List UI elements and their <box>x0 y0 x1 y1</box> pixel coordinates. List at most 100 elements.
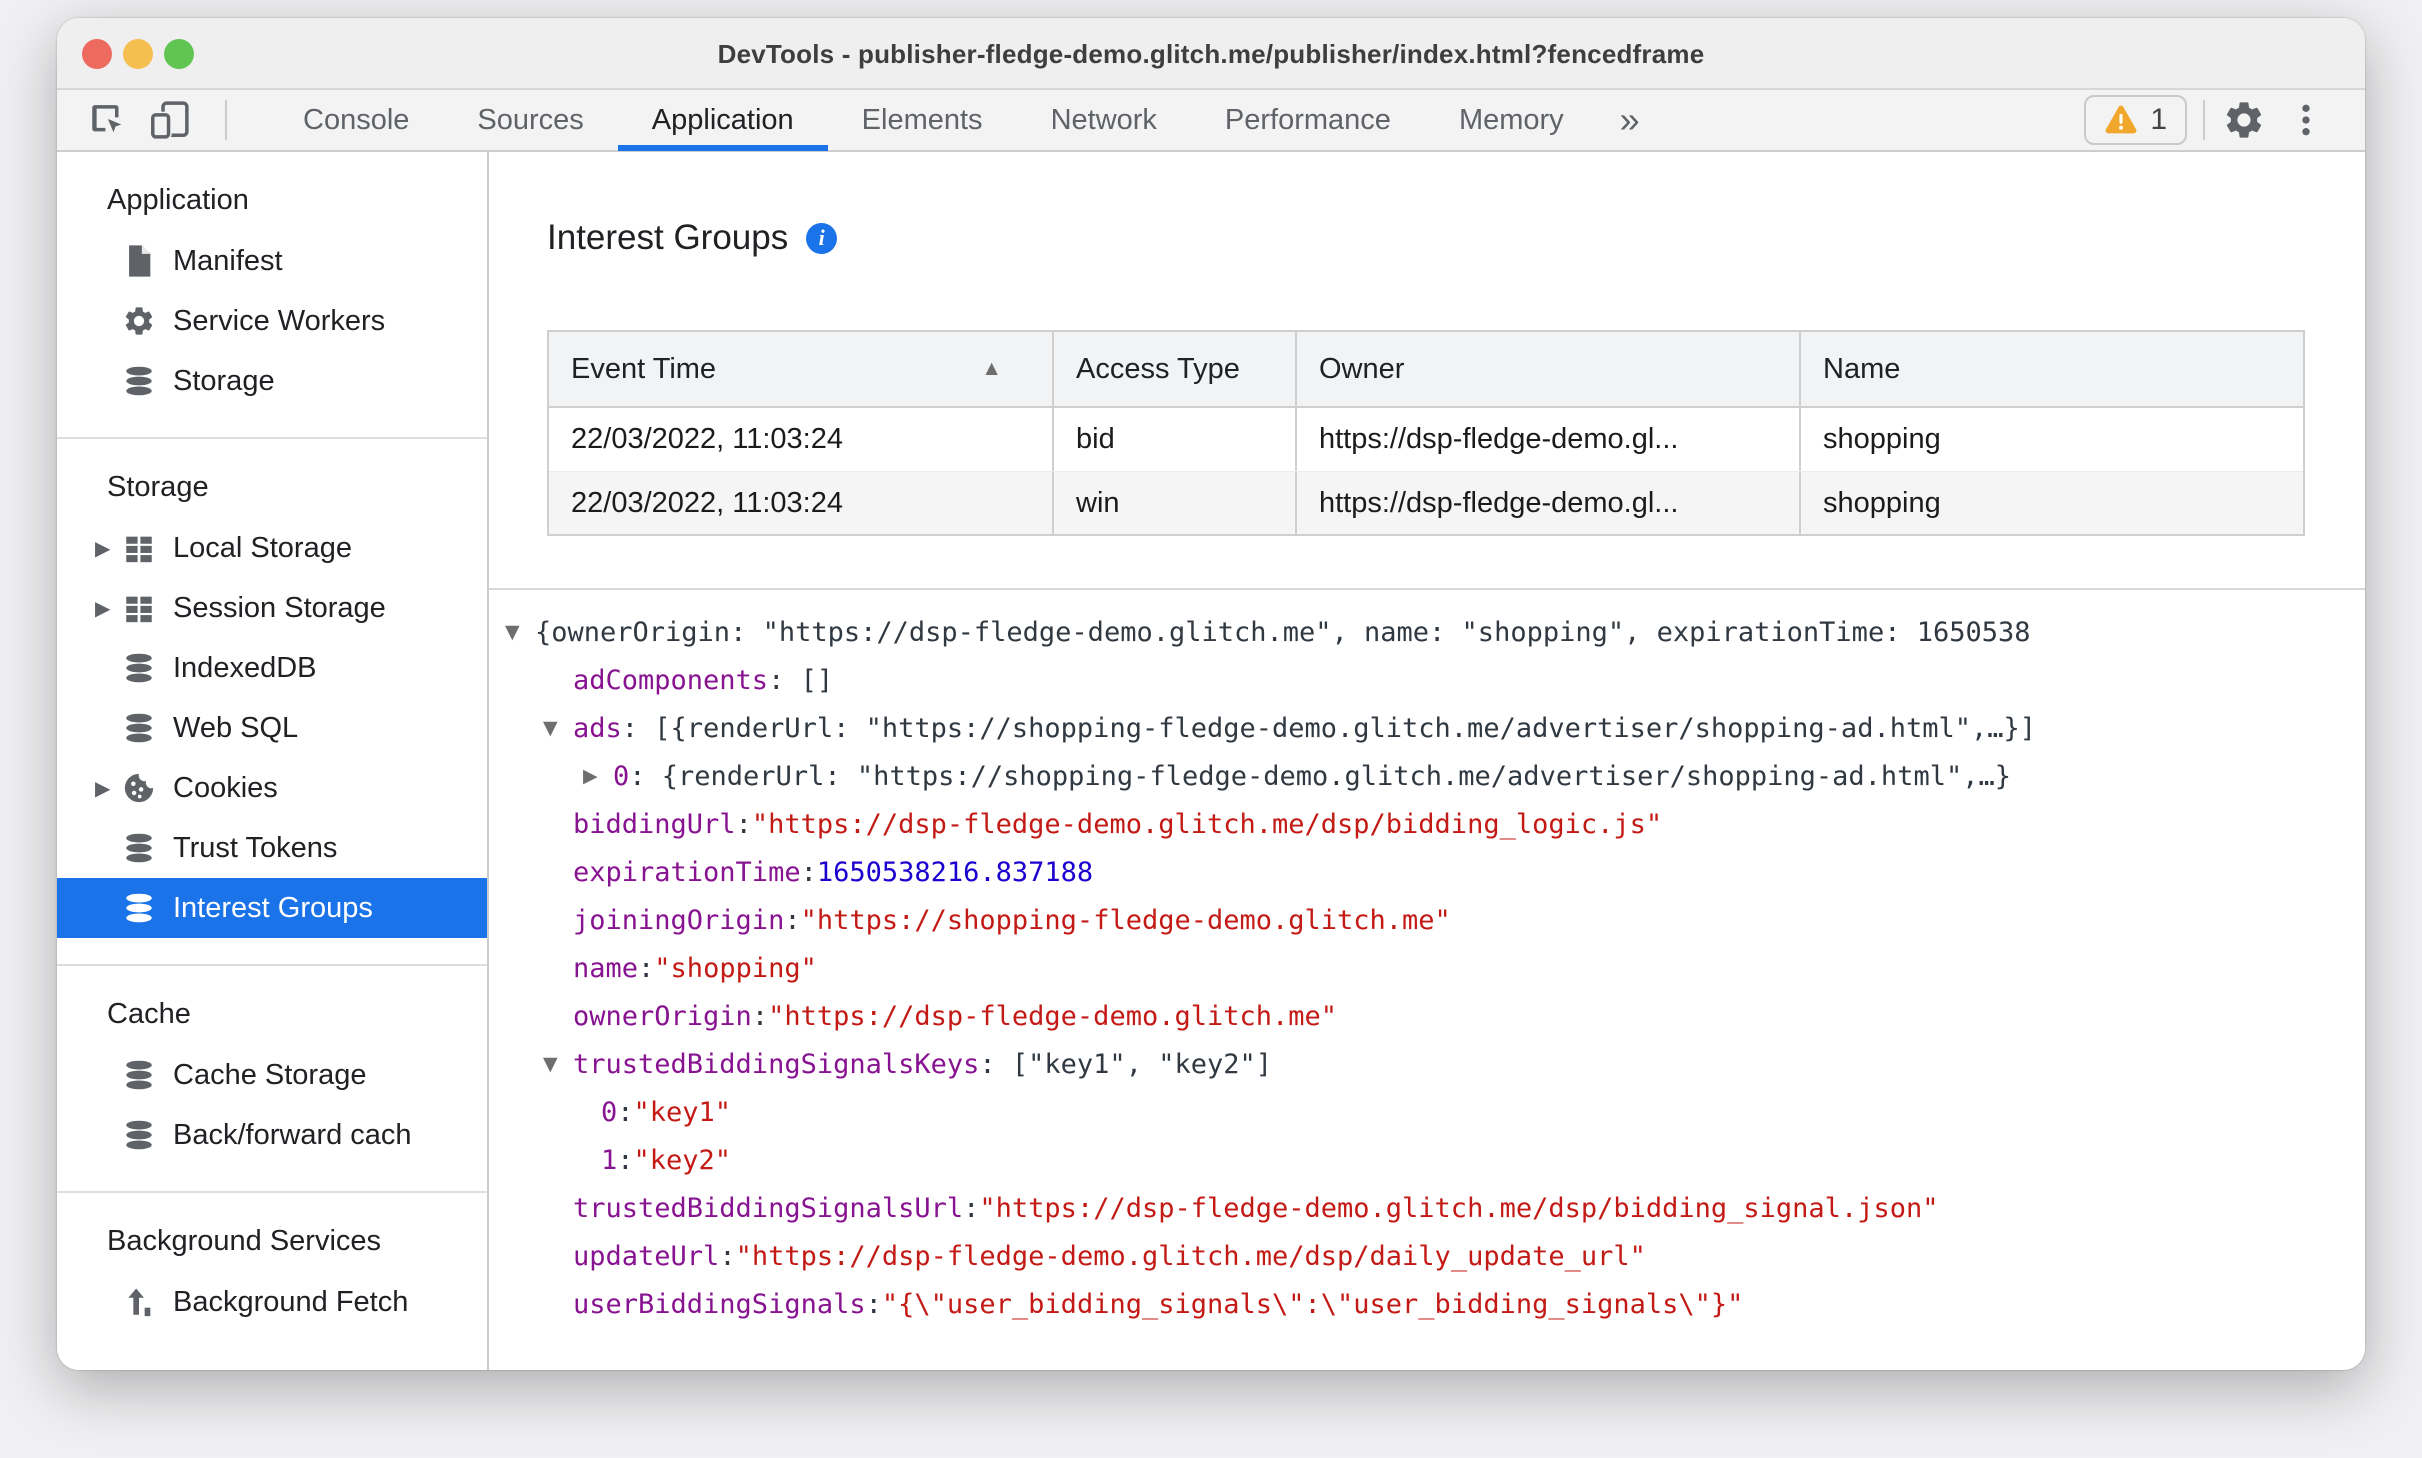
info-icon[interactable]: i <box>806 222 838 254</box>
tree-segment-str: "key2" <box>633 1144 732 1176</box>
sidebar-item-trust-tokens[interactable]: Trust Tokens <box>57 818 487 878</box>
expand-arrow-icon[interactable]: ▶ <box>95 536 121 561</box>
column-header-event-time[interactable]: Event Time ▲ <box>549 332 1054 406</box>
tree-line[interactable]: biddingUrl: "https://dsp-fledge-demo.gli… <box>489 800 2365 848</box>
tree-toggle-icon[interactable]: ▼ <box>543 1053 573 1075</box>
tree-line[interactable]: updateUrl: "https://dsp-fledge-demo.glit… <box>489 1232 2365 1280</box>
page-title: Interest Groups <box>547 218 789 257</box>
settings-gear-icon[interactable] <box>2221 97 2267 143</box>
sidebar-item-session-storage[interactable]: ▶ Session Storage <box>57 578 487 638</box>
tab-network[interactable]: Network <box>1017 89 1191 151</box>
table-cell-text: bid <box>1076 423 1115 455</box>
device-toolbar-icon[interactable] <box>147 97 193 143</box>
table-cell: shopping <box>1801 472 2303 534</box>
tree-line[interactable]: ▼ {ownerOrigin: "https://dsp-fledge-demo.… <box>489 608 2365 656</box>
tab-performance[interactable]: Performance <box>1191 89 1425 151</box>
tree-segment-str: "{\"user_bidding_signals\":\"user_biddin… <box>881 1288 1744 1320</box>
sidebar-item-label: Manifest <box>173 244 283 277</box>
tab-application[interactable]: Application <box>617 89 828 151</box>
sidebar-item-label: Cookies <box>173 771 278 804</box>
sidebar-item-interest-groups[interactable]: Interest Groups <box>57 878 487 938</box>
tree-line[interactable]: userBiddingSignals: "{\"user_bidding_sig… <box>489 1280 2365 1328</box>
tree-segment-str: "https://dsp-fledge-demo.glitch.me/dsp/d… <box>735 1240 1646 1272</box>
tab-label: Application <box>651 103 794 136</box>
grid-icon <box>121 590 157 626</box>
sidebar-item-label: Session Storage <box>173 591 386 624</box>
table-body: 22/03/2022, 11:03:24 bid https://dsp-fledg… <box>549 408 2303 534</box>
tree-segment-plain: : ["key1", "key2"] <box>979 1048 1272 1080</box>
tab-elements[interactable]: Elements <box>828 89 1017 151</box>
interest-groups-panel: Interest Groups i Event Time ▲ Access Type… <box>489 152 2365 1370</box>
tab-memory[interactable]: Memory <box>1425 89 1598 151</box>
tree-segment-plain: : {renderUrl: "https://shopping-fledge-d… <box>629 760 2011 792</box>
expand-arrow-icon[interactable]: ▶ <box>95 596 121 621</box>
table-cell-text: https://dsp-fledge-demo.gl... <box>1319 423 1679 455</box>
table-cell-text: win <box>1076 486 1120 519</box>
table-header-row: Event Time ▲ Access Type Owner Name <box>549 332 2303 408</box>
sidebar-item-manifest[interactable]: Manifest <box>57 231 487 291</box>
sidebar-item-storage[interactable]: Storage <box>57 351 487 411</box>
tree-line[interactable]: expirationTime: 1650538216.837188 <box>489 848 2365 896</box>
table-row[interactable]: 22/03/2022, 11:03:24 bid https://dsp-fledg… <box>549 408 2303 471</box>
sidebar-item-web-sql[interactable]: Web SQL <box>57 698 487 758</box>
tree-toggle-icon[interactable]: ▼ <box>505 621 535 643</box>
sidebar-item-label: IndexedDB <box>173 651 317 684</box>
table-row[interactable]: 22/03/2022, 11:03:24 win https://dsp-fledg… <box>549 471 2303 534</box>
devtools-tabs: Console Sources Application Elements Network… <box>269 89 1598 151</box>
issues-count: 1 <box>2150 103 2167 136</box>
tab-label: Network <box>1050 103 1157 136</box>
sidebar-item-label: Local Storage <box>173 531 352 564</box>
tree-toggle-icon[interactable]: ▶ <box>583 765 613 787</box>
tree-line[interactable]: name: "shopping" <box>489 944 2365 992</box>
sidebar-item-cache-storage[interactable]: Cache Storage <box>57 1045 487 1105</box>
sidebar-item-cookies[interactable]: ▶ Cookies <box>57 758 487 818</box>
tree-line[interactable]: ▶ 0: {renderUrl: "https://shopping-fledge… <box>489 752 2365 800</box>
sidebar-item-background-fetch[interactable]: Background Fetch <box>57 1272 487 1332</box>
sidebar-item-label: Storage <box>173 364 275 397</box>
sidebar-section-background-services: Background Services Background Fetch <box>57 1193 487 1358</box>
tree-segment-str: "shopping" <box>654 952 817 984</box>
tree-segment-plain: : <box>638 952 655 984</box>
section-header: Cache <box>107 998 191 1030</box>
column-header-access-type[interactable]: Access Type <box>1054 332 1297 406</box>
column-header-owner[interactable]: Owner <box>1297 332 1801 406</box>
tree-line[interactable]: trustedBiddingSignalsUrl: "https://dsp-f… <box>489 1184 2365 1232</box>
tree-line[interactable]: 1: "key2" <box>489 1136 2365 1184</box>
table-cell-text: shopping <box>1823 423 1941 455</box>
sidebar-item-back-forward-cach[interactable]: Back/forward cach <box>57 1105 487 1165</box>
database-icon <box>121 650 157 686</box>
sort-ascending-icon: ▲ <box>981 357 1002 380</box>
tree-line[interactable]: 0: "key1" <box>489 1088 2365 1136</box>
tree-segment-key: ads <box>573 712 622 744</box>
sidebar-item-service-workers[interactable]: Service Workers <box>57 291 487 351</box>
issues-badge[interactable]: 1 <box>2084 95 2187 145</box>
interest-group-details-tree: ▼ {ownerOrigin: "https://dsp-fledge-demo.… <box>489 608 2365 1370</box>
table-cell-text: shopping <box>1823 486 1941 519</box>
inspect-element-icon[interactable] <box>85 97 131 143</box>
tab-console[interactable]: Console <box>269 89 443 151</box>
sidebar-item-label: Interest Groups <box>173 891 373 924</box>
table-cell-text: 22/03/2022, 11:03:24 <box>571 423 843 455</box>
sidebar-item-indexeddb[interactable]: IndexedDB <box>57 638 487 698</box>
toolbar-separator <box>2203 100 2205 140</box>
column-header-name[interactable]: Name <box>1801 332 2303 406</box>
tab-sources[interactable]: Sources <box>443 89 617 151</box>
kebab-menu-icon[interactable] <box>2283 97 2329 143</box>
more-tabs-button[interactable]: » <box>1598 99 1662 141</box>
sidebar-item-label: Service Workers <box>173 304 386 337</box>
section-header: Storage <box>107 471 209 503</box>
tree-line[interactable]: ownerOrigin: "https://dsp-fledge-demo.gl… <box>489 992 2365 1040</box>
tree-segment-key: 0 <box>613 760 630 792</box>
sidebar-item-local-storage[interactable]: ▶ Local Storage <box>57 518 487 578</box>
tree-line[interactable]: joiningOrigin: "https://shopping-fledge-… <box>489 896 2365 944</box>
table-cell: bid <box>1054 408 1297 471</box>
sidebar-item-label: Back/forward cach <box>173 1118 412 1151</box>
tab-label: Elements <box>861 103 983 136</box>
tree-segment-plain: : <box>963 1192 980 1224</box>
tree-line[interactable]: adComponents: [] <box>489 656 2365 704</box>
tree-line[interactable]: ▼ trustedBiddingSignalsKeys: ["key1", "ke… <box>489 1040 2365 1088</box>
tree-line[interactable]: ▼ ads: [{renderUrl: "https://shopping-fle… <box>489 704 2365 752</box>
tree-toggle-icon[interactable]: ▼ <box>543 717 573 739</box>
tree-segment-plain: : <box>800 856 817 888</box>
expand-arrow-icon[interactable]: ▶ <box>95 776 121 801</box>
